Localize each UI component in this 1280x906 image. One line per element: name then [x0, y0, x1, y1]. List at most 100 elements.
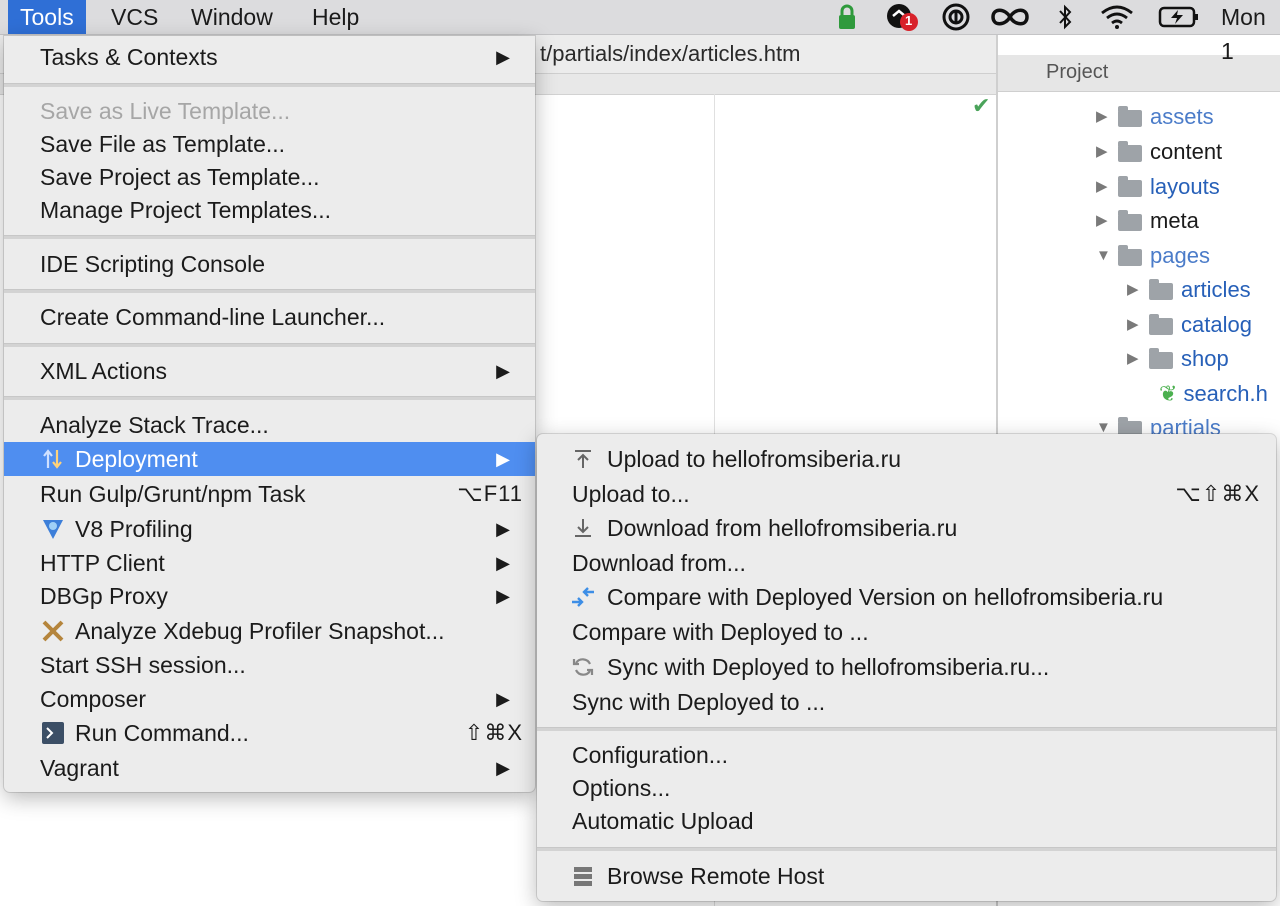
- menu-item-label: DBGp Proxy: [40, 583, 168, 609]
- folder-icon: [1118, 176, 1142, 197]
- menu-item-ide-scripting-console[interactable]: IDE Scripting Console: [4, 247, 535, 281]
- menu-separator: [4, 343, 535, 347]
- menu-item-save-file-template[interactable]: Save File as Template...: [4, 127, 535, 161]
- menu-item-compare-deployed-default[interactable]: Compare with Deployed Version on hellofr…: [537, 580, 1276, 614]
- tree-item-shop[interactable]: ▶ shop: [1127, 342, 1229, 376]
- tree-item-meta[interactable]: ▶ meta: [1096, 204, 1199, 238]
- menu-item-shortcut: ⌥F11: [457, 481, 523, 506]
- tree-item-assets[interactable]: ▶ assets: [1096, 100, 1214, 134]
- menu-item-save-project-template[interactable]: Save Project as Template...: [4, 160, 535, 194]
- menu-item-configuration[interactable]: Configuration...: [537, 738, 1276, 772]
- remote-host-icon: [570, 864, 596, 888]
- menu-item-tasks-contexts[interactable]: Tasks & Contexts ▶: [4, 40, 535, 74]
- menu-item-upload-default[interactable]: Upload to hellofromsiberia.ru: [537, 442, 1276, 476]
- expand-arrow-icon[interactable]: ▶: [1127, 308, 1149, 342]
- expand-arrow-icon[interactable]: ▶: [1127, 342, 1149, 376]
- tree-item-label: content: [1150, 139, 1223, 164]
- tree-item-articles[interactable]: ▶ articles: [1127, 273, 1251, 307]
- menu-item-label: Composer: [40, 686, 147, 712]
- menubar-clock[interactable]: Mon 1: [1221, 0, 1280, 68]
- expand-arrow-icon[interactable]: ▶: [1096, 204, 1118, 238]
- expand-arrow-icon[interactable]: ▶: [1096, 135, 1118, 169]
- menu-item-options[interactable]: Options...: [537, 771, 1276, 805]
- menu-vcs[interactable]: VCS: [99, 0, 170, 34]
- expand-arrow-icon[interactable]: ▶: [1127, 273, 1149, 307]
- menu-item-download-from[interactable]: Download from...: [537, 546, 1276, 580]
- xdebug-icon: [40, 619, 66, 643]
- menu-tools[interactable]: Tools: [8, 0, 86, 34]
- expand-arrow-icon[interactable]: ▶: [1096, 170, 1118, 204]
- menu-item-label: Options...: [572, 775, 671, 801]
- menu-item-label: Save Project as Template...: [40, 164, 320, 190]
- tree-item-catalog[interactable]: ▶ catalog: [1127, 308, 1252, 342]
- menu-item-analyze-stack-trace[interactable]: Analyze Stack Trace...: [4, 408, 535, 442]
- folder-icon: [1118, 245, 1142, 266]
- bluetooth-icon[interactable]: [1054, 2, 1076, 32]
- menu-item-label: Run Gulp/Grunt/npm Task: [40, 481, 306, 507]
- wifi-icon[interactable]: [1098, 2, 1136, 32]
- tree-item-label: assets: [1150, 104, 1214, 129]
- battery-charging-icon[interactable]: [1157, 2, 1201, 32]
- v8-shield-icon: [40, 517, 66, 541]
- menu-separator: [4, 289, 535, 293]
- menu-item-sync-deployed-default[interactable]: Sync with Deployed to hellofromsiberia.r…: [537, 650, 1276, 684]
- project-view-selector[interactable]: Project: [1046, 61, 1108, 84]
- folder-icon: [1149, 348, 1173, 369]
- password-manager-icon[interactable]: [941, 2, 971, 32]
- deployment-submenu: Upload to hellofromsiberia.ru Upload to.…: [537, 434, 1276, 901]
- menu-item-v8-profiling[interactable]: V8 Profiling ▶: [4, 512, 535, 546]
- folder-icon: [1118, 210, 1142, 231]
- tree-item-pages[interactable]: ▼ pages: [1096, 239, 1210, 273]
- menu-item-label: Upload to hellofromsiberia.ru: [607, 446, 902, 472]
- menu-item-label: Sync with Deployed to hellofromsiberia.r…: [607, 654, 1050, 680]
- menu-item-vagrant[interactable]: Vagrant ▶: [4, 751, 535, 785]
- menu-item-label: Download from...: [572, 550, 746, 576]
- tree-item-search-file[interactable]: ❦ search.h: [1159, 377, 1268, 411]
- menu-item-label: Download from hellofromsiberia.ru: [607, 515, 958, 541]
- menu-item-xml-actions[interactable]: XML Actions ▶: [4, 354, 535, 388]
- menu-item-label: IDE Scripting Console: [40, 251, 265, 277]
- menu-item-label: Sync with Deployed to ...: [572, 689, 826, 715]
- menu-item-upload-to[interactable]: Upload to... ⌥⇧⌘X: [537, 477, 1276, 511]
- tree-item-label: pages: [1150, 243, 1210, 268]
- menu-item-start-ssh-session[interactable]: Start SSH session...: [4, 648, 535, 682]
- infinity-app-icon[interactable]: [988, 2, 1032, 32]
- menu-item-deployment[interactable]: Deployment ▶: [4, 442, 535, 476]
- tree-item-content[interactable]: ▶ content: [1096, 135, 1222, 169]
- collapse-arrow-icon[interactable]: ▼: [1096, 239, 1118, 273]
- menu-item-label: Tasks & Contexts: [40, 44, 218, 70]
- menu-item-analyze-xdebug[interactable]: Analyze Xdebug Profiler Snapshot...: [4, 614, 535, 648]
- menu-item-composer[interactable]: Composer ▶: [4, 682, 535, 716]
- menu-item-label: HTTP Client: [40, 550, 165, 576]
- menu-item-command-line-launcher[interactable]: Create Command-line Launcher...: [4, 300, 535, 334]
- menu-window[interactable]: Window: [179, 0, 285, 34]
- submenu-arrow-icon: ▶: [496, 519, 510, 539]
- folder-icon: [1149, 314, 1173, 335]
- menu-item-label: Save File as Template...: [40, 131, 286, 157]
- menu-item-browse-remote-host[interactable]: Browse Remote Host: [537, 859, 1276, 893]
- menu-item-run-gulp-task[interactable]: Run Gulp/Grunt/npm Task ⌥F11: [4, 477, 535, 511]
- menu-item-label: Compare with Deployed to ...: [572, 619, 869, 645]
- menu-item-download-default[interactable]: Download from hellofromsiberia.ru: [537, 511, 1276, 545]
- terminal-icon: [40, 721, 66, 745]
- submenu-arrow-icon: ▶: [496, 758, 510, 778]
- download-icon: [570, 516, 596, 540]
- menu-help[interactable]: Help: [300, 0, 371, 34]
- expand-arrow-icon[interactable]: ▶: [1096, 100, 1118, 134]
- menu-item-run-command[interactable]: Run Command... ⇧⌘X: [4, 716, 535, 750]
- menu-item-label: Browse Remote Host: [607, 863, 825, 889]
- menu-item-sync-deployed-to[interactable]: Sync with Deployed to ...: [537, 685, 1276, 719]
- menu-item-manage-project-templates[interactable]: Manage Project Templates...: [4, 193, 535, 227]
- compare-icon: [570, 585, 596, 609]
- menu-item-label: Compare with Deployed Version on hellofr…: [607, 584, 1164, 610]
- lock-icon[interactable]: [836, 2, 858, 32]
- menu-item-automatic-upload[interactable]: Automatic Upload: [537, 804, 1276, 838]
- menu-item-label: XML Actions: [40, 358, 167, 384]
- tree-item-layouts[interactable]: ▶ layouts: [1096, 170, 1220, 204]
- menu-item-http-client[interactable]: HTTP Client ▶: [4, 546, 535, 580]
- menu-item-save-live-template: Save as Live Template...: [4, 94, 535, 128]
- notification-app-icon[interactable]: 1: [884, 2, 922, 32]
- menu-item-label: Manage Project Templates...: [40, 197, 332, 223]
- menu-item-dbgp-proxy[interactable]: DBGp Proxy ▶: [4, 579, 535, 613]
- menu-item-compare-deployed-to[interactable]: Compare with Deployed to ...: [537, 615, 1276, 649]
